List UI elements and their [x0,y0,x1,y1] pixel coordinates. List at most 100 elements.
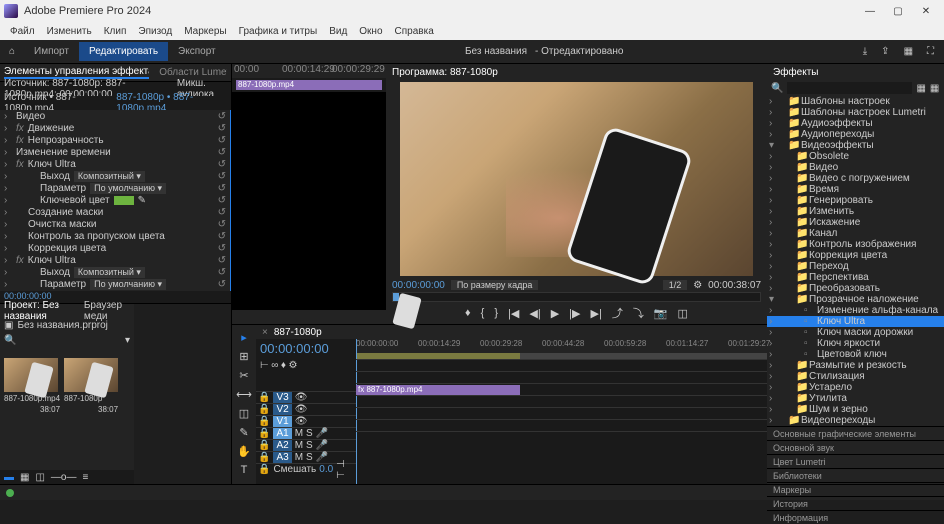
settings-icon[interactable]: ⚙ [289,360,298,371]
fx-item[interactable]: ›📁Канал [767,228,944,239]
program-video[interactable] [400,82,753,276]
timeline-ruler[interactable]: 00:00:00:0000:00:14:2900:00:29:2800:00:4… [356,339,767,353]
workspace-icon[interactable]: ▦ [904,46,913,57]
menu-Окно[interactable]: Окно [353,26,388,37]
program-scrubber[interactable] [392,292,761,302]
freeform-view-icon[interactable]: ◫ [35,472,44,483]
step-back-icon[interactable]: ◀| [529,307,540,320]
menu-Клип[interactable]: Клип [98,26,133,37]
effect-row[interactable]: ›Ключевой цвет ✎↺ [0,194,230,206]
effect-row[interactable]: ›Видео↺ [0,110,230,122]
fx-item[interactable]: ›▫Ключ яркости [767,338,944,349]
tool-0[interactable]: ▸ [241,331,247,344]
source-clip[interactable]: 887-1080p.mp4 [236,80,382,90]
fullscreen-icon[interactable]: ⛶ [927,46,934,57]
effects-search-input[interactable] [787,82,912,94]
menu-Маркеры[interactable]: Маркеры [178,26,232,37]
fx-item[interactable]: ›📁Изменить [767,206,944,217]
preset-icon[interactable]: ▦ [930,83,939,94]
play-icon[interactable]: ▶ [551,307,559,320]
fx-item[interactable]: ›📁Шаблоны настроек [767,96,944,107]
tab-edit[interactable]: Редактировать [79,42,168,61]
fx-item[interactable]: ›📁Время [767,184,944,195]
panel-collapsed[interactable]: Основной звук [767,440,944,454]
effect-row[interactable]: ›ПараметрПо умолчанию ▾↺ [0,182,230,194]
timeline-clip[interactable]: fx 887-1080p.mp4 [356,385,520,395]
fx-item[interactable]: ›▫Ключ маски дорожки [767,327,944,338]
fx-item[interactable]: ›📁Генерировать [767,195,944,206]
snap-icon[interactable]: ⊢ [260,360,269,371]
minimize-button[interactable]: — [856,6,884,17]
track-head-V2[interactable]: 🔒V2👁 [256,403,356,415]
tool-5[interactable]: ✎ [239,426,248,439]
fx-item[interactable]: ›📁Утилита [767,393,944,404]
fx-item[interactable]: ›▫Изменение альфа-канала [767,305,944,316]
clip-thumbnail[interactable] [64,358,118,392]
fx-item[interactable]: ›📁Устарело [767,382,944,393]
clip-thumbnail[interactable] [4,358,58,392]
lift-icon[interactable]: ⤴ [612,305,623,321]
mark-in-icon[interactable]: { [481,307,485,319]
marker-icon[interactable]: ♦ [281,360,286,371]
effect-row[interactable]: ›Создание маски↺ [0,206,230,218]
menu-Изменить[interactable]: Изменить [41,26,98,37]
icon-view-icon[interactable]: ▦ [20,472,29,483]
bin-icon[interactable]: ▣ [4,320,13,331]
tool-2[interactable]: ✂ [239,369,248,382]
source-ruler[interactable]: 00:00 00:00:14:29 00:00:29:29 [232,64,386,78]
effect-row[interactable]: ›Коррекция цвета↺ [0,242,230,254]
comparison-icon[interactable]: ◫ [678,307,688,320]
menu-Справка[interactable]: Справка [389,26,440,37]
step-forward-icon[interactable]: |▶ [569,307,580,320]
effect-row[interactable]: ›Очистка маски↺ [0,218,230,230]
panel-collapsed[interactable]: Цвет Lumetri [767,454,944,468]
fx-item[interactable]: ›📁Переход [767,261,944,272]
tab-program[interactable]: Программа: 887-1080p [392,67,498,78]
fx-item[interactable]: ›📁Obsolete [767,151,944,162]
fx-item[interactable]: ›📁Аудиопереходы [767,129,944,140]
fx-item[interactable]: ›📁Видео с погружением [767,173,944,184]
panel-collapsed[interactable]: Маркеры [767,482,944,496]
link-icon[interactable]: ∞ [271,360,278,371]
quick-export-icon[interactable]: ⤓ [863,46,867,57]
fx-item[interactable]: ›📁Видеопереходы [767,415,944,426]
tool-4[interactable]: ◫ [239,407,249,420]
timeline-timecode[interactable]: 00:00:00:00 [256,339,356,358]
sort-icon[interactable]: ≡ [82,472,88,483]
tab-effects[interactable]: Эффекты [773,67,818,78]
extract-icon[interactable]: ⤵ [633,305,644,321]
fx-item[interactable]: ›📁Видео [767,162,944,173]
program-timecode[interactable]: 00:00:00:00 [392,280,445,291]
effect-row[interactable]: ›fxКлюч Ultra↺ [0,158,230,170]
panel-collapsed[interactable]: Информация [767,510,944,524]
effect-row[interactable]: ›Контроль за пропуском цвета↺ [0,230,230,242]
effect-row[interactable]: ›fxНепрозрачность↺ [0,134,230,146]
effect-row[interactable]: ›fxКлюч Ultra↺ [0,254,230,266]
track-head-V1[interactable]: 🔒V1👁 [256,415,356,427]
go-to-in-icon[interactable]: |◀ [508,307,519,320]
tab-lumetri-scopes[interactable]: Области Lumetri [159,67,227,78]
fx-item[interactable]: ›📁Размытие и резкость [767,360,944,371]
tab-export[interactable]: Экспорт [168,42,226,61]
home-icon[interactable]: ⌂ [0,46,24,57]
track-head-A1[interactable]: 🔒A1MS🎤 [256,427,356,439]
track-head-V3[interactable]: 🔒V3👁 [256,391,356,403]
track-head-A2[interactable]: 🔒A2MS🎤 [256,439,356,451]
mark-out-icon[interactable]: } [494,307,498,319]
menu-Файл[interactable]: Файл [4,26,41,37]
effect-row[interactable]: ›Изменение времени↺ [0,146,230,158]
sequence-name[interactable]: 887-1080p [274,327,322,338]
list-view-icon[interactable]: ▬ [4,472,14,483]
resolution-dropdown[interactable]: 1/2 [663,280,688,290]
close-button[interactable]: ✕ [912,6,940,17]
tab-import[interactable]: Импорт [24,42,79,61]
tool-6[interactable]: ✋ [237,445,251,458]
maximize-button[interactable]: ▢ [884,6,912,17]
go-to-out-icon[interactable]: ▶| [591,307,602,320]
fx-item[interactable]: ›📁Преобразовать [767,283,944,294]
fx-item[interactable]: ›▫Ключ Ultra [767,316,944,327]
fx-item[interactable]: ▾📁Видеоэффекты [767,140,944,151]
effect-row[interactable]: ›fxДвижение↺ [0,122,230,134]
effect-row[interactable]: ›ВыходКомпозитный ▾↺ [0,266,230,278]
fx-item[interactable]: ›📁Перспектива [767,272,944,283]
